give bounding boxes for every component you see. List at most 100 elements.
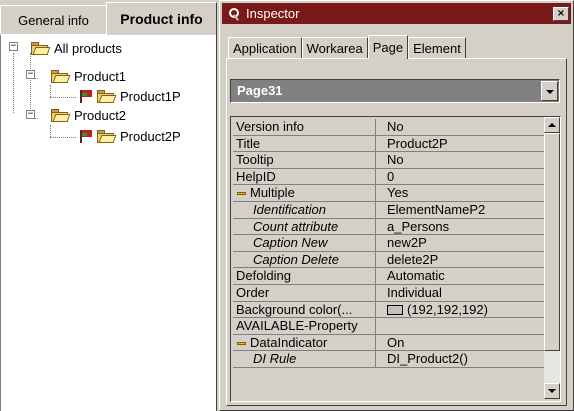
- tab-application[interactable]: Application: [228, 37, 302, 59]
- property-value-text: ElementNameP2: [387, 201, 486, 217]
- property-name: Order: [233, 284, 376, 302]
- property-name: Multiple: [233, 185, 376, 202]
- scroll-thumb[interactable]: [544, 133, 560, 351]
- property-value[interactable]: 0: [376, 169, 544, 186]
- property-row[interactable]: Title Product2P: [233, 135, 544, 153]
- property-row[interactable]: Identification ElementNameP2: [233, 201, 544, 219]
- property-value[interactable]: delete2P: [376, 252, 544, 269]
- color-swatch: [387, 305, 403, 316]
- property-row[interactable]: Version info No: [233, 119, 544, 136]
- property-value[interactable]: ElementNameP2: [376, 202, 544, 219]
- property-value[interactable]: Individual: [376, 285, 544, 302]
- property-name-text: Tooltip: [236, 152, 274, 168]
- property-name: Title: [233, 135, 376, 153]
- property-name: Background color(...: [233, 301, 376, 319]
- property-value[interactable]: [376, 318, 544, 335]
- property-value[interactable]: (192,192,192): [376, 302, 544, 319]
- property-name: Defolding: [233, 268, 376, 285]
- property-name-text: Identification: [253, 201, 326, 217]
- tree-item-label: All products: [54, 40, 122, 56]
- window-title: Inspector: [246, 6, 300, 21]
- property-name: Identification: [233, 201, 376, 219]
- property-row[interactable]: Defolding Automatic: [233, 268, 544, 285]
- property-value[interactable]: No: [376, 152, 544, 169]
- property-name-text: Multiple: [250, 185, 295, 201]
- folder-open-icon: [97, 129, 117, 143]
- property-row[interactable]: Tooltip No: [233, 152, 544, 169]
- property-value[interactable]: DI_Product2(): [376, 351, 544, 368]
- collapse-group-icon[interactable]: [237, 192, 246, 196]
- tree-item-product2[interactable]: Product2: [51, 106, 126, 124]
- property-name: Count attribute: [233, 218, 376, 236]
- close-button[interactable]: ×: [553, 6, 569, 21]
- property-name-text: Count attribute: [253, 218, 339, 234]
- tree-item-all-products[interactable]: All products: [31, 39, 122, 57]
- property-row[interactable]: DI Rule DI_Product2(): [233, 351, 544, 368]
- tab-workarea[interactable]: Workarea: [301, 37, 368, 59]
- property-scrollbar[interactable]: [544, 117, 560, 399]
- property-value-text: a_Persons: [387, 218, 450, 234]
- property-row[interactable]: Background color(... (192,192,192): [233, 301, 544, 319]
- folder-open-icon: [31, 41, 51, 55]
- property-name-text: Version info: [236, 119, 304, 134]
- collapse-toggle-all-products[interactable]: −: [9, 42, 18, 51]
- property-name: HelpID: [233, 168, 376, 186]
- property-name: DataIndicator: [233, 334, 376, 352]
- property-row[interactable]: DataIndicator On: [233, 334, 544, 352]
- tree-item-product1p[interactable]: Product1P: [79, 87, 181, 105]
- collapse-group-icon[interactable]: [237, 341, 246, 345]
- property-value-text: Yes: [387, 185, 409, 201]
- property-value[interactable]: Automatic: [376, 268, 544, 285]
- scroll-down-icon[interactable]: [544, 383, 560, 399]
- tab-page[interactable]: Page: [367, 35, 409, 59]
- property-name: AVAILABLE-Property: [233, 318, 376, 335]
- tab-general-info[interactable]: General info: [0, 5, 107, 34]
- property-value-text: Automatic: [387, 268, 445, 284]
- property-row[interactable]: HelpID 0: [233, 168, 544, 186]
- property-value[interactable]: Product2P: [376, 136, 544, 153]
- collapse-toggle-product2[interactable]: −: [26, 110, 35, 119]
- page-selector[interactable]: Page31: [230, 79, 560, 103]
- property-row[interactable]: Caption New new2P: [233, 235, 544, 252]
- inspector-titlebar[interactable]: Inspector ×: [222, 3, 571, 24]
- property-value-text: new2P: [387, 235, 427, 251]
- property-name-text: DataIndicator: [250, 334, 328, 350]
- dropdown-arrow-icon[interactable]: [541, 81, 558, 101]
- property-name: DI Rule: [233, 351, 376, 368]
- collapse-toggle-product1[interactable]: −: [26, 70, 35, 79]
- property-value[interactable]: On: [376, 335, 544, 352]
- tree-connector: [50, 85, 51, 97]
- scroll-up-icon[interactable]: [544, 117, 560, 133]
- property-value[interactable]: No: [376, 119, 544, 136]
- tree-view: − All products − Product1 Product1P − Pr…: [0, 34, 217, 411]
- property-name-text: Title: [236, 135, 261, 151]
- magnifier-icon: [226, 6, 242, 22]
- left-tab-strip: General info Product info: [0, 0, 217, 35]
- property-value-text: delete2P: [387, 251, 439, 267]
- tree-item-product1[interactable]: Product1: [51, 67, 126, 85]
- tree-item-label: Product2: [74, 107, 127, 123]
- tree-connector: [13, 53, 14, 113]
- property-name: Caption Delete: [233, 251, 376, 269]
- product-tree-pane: General info Product info − All products…: [0, 0, 217, 411]
- folder-open-icon: [51, 69, 71, 83]
- property-row[interactable]: AVAILABLE-Property: [233, 318, 544, 335]
- flag-icon: [79, 89, 93, 103]
- property-value[interactable]: new2P: [376, 235, 544, 252]
- tree-item-product2p[interactable]: Product2P: [79, 127, 181, 145]
- property-value-text: (192,192,192): [407, 301, 488, 317]
- property-row[interactable]: Order Individual: [233, 284, 544, 302]
- property-row[interactable]: Caption Delete delete2P: [233, 251, 544, 269]
- page-selector-value: Page31: [234, 82, 286, 100]
- property-row[interactable]: Multiple Yes: [233, 185, 544, 202]
- property-value[interactable]: Yes: [376, 185, 544, 202]
- property-value-text: Product2P: [387, 135, 448, 151]
- tab-element[interactable]: Element: [408, 37, 466, 59]
- folder-open-icon: [51, 108, 71, 122]
- property-name-text: HelpID: [236, 168, 276, 184]
- property-value[interactable]: a_Persons: [376, 219, 544, 236]
- property-row[interactable]: Count attribute a_Persons: [233, 218, 544, 236]
- property-value-text: 0: [387, 168, 395, 184]
- property-grid: Version info No Title Product2P Tooltip No Hel…: [230, 116, 561, 402]
- tab-product-info[interactable]: Product info: [106, 2, 217, 35]
